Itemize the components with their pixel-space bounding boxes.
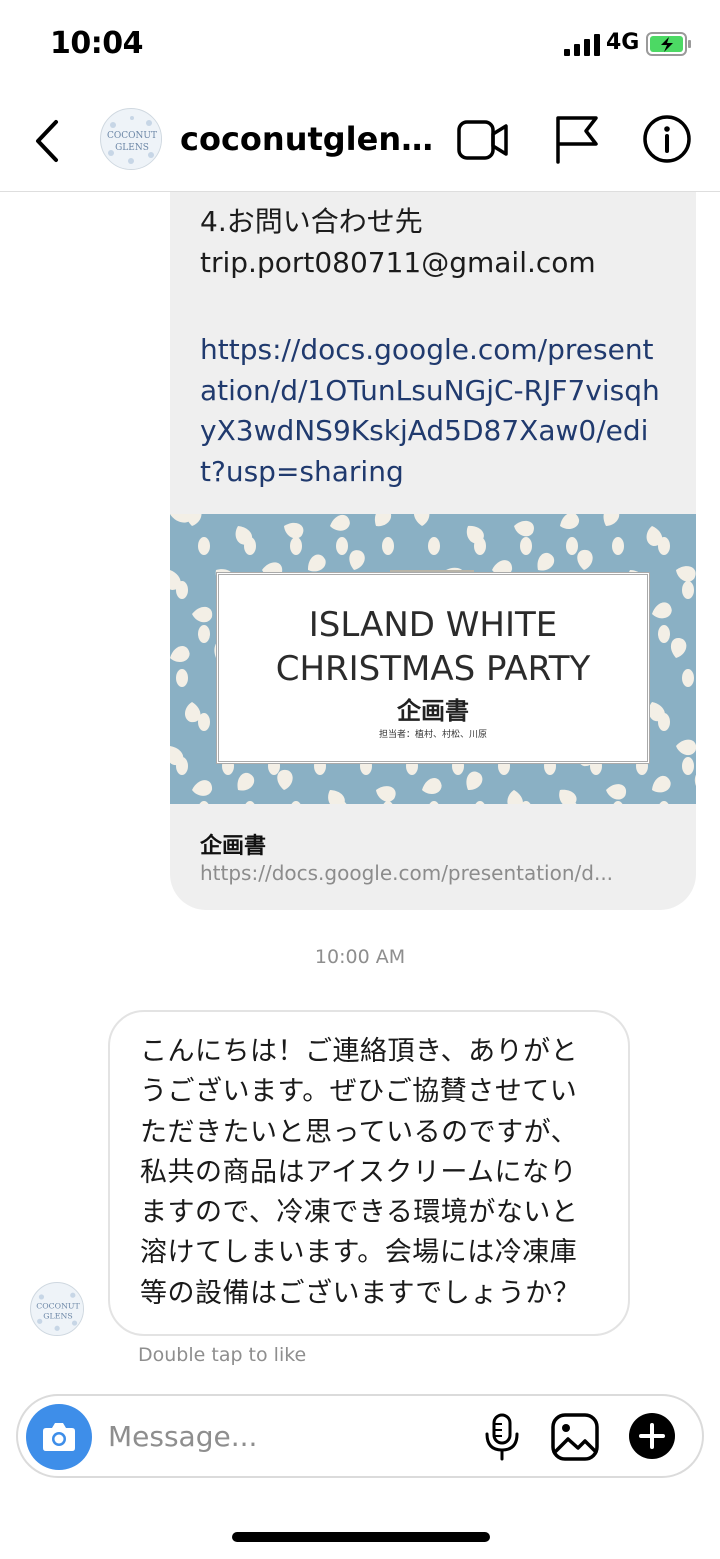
- svg-text:COCONUT: COCONUT: [107, 131, 157, 141]
- status-bar: 10:04 4G: [0, 0, 720, 90]
- pattern-drop: [244, 537, 256, 555]
- pattern-leaf: [192, 606, 213, 623]
- pattern-leaf: [466, 771, 483, 791]
- home-indicator: [232, 1532, 490, 1542]
- message-heading: 4.お問い合わせ先: [200, 205, 423, 238]
- pattern-drop: [291, 801, 301, 804]
- pattern-drop: [474, 537, 486, 555]
- pattern-drop: [382, 537, 394, 555]
- slide-subtitle: 企画書: [397, 697, 469, 725]
- message-link[interactable]: https://docs.google.com/presentation/d/1…: [200, 330, 670, 492]
- message-input[interactable]: [108, 1414, 448, 1458]
- pattern-leaf: [277, 769, 293, 790]
- pattern-drop: [520, 537, 532, 555]
- pattern-leaf: [560, 514, 580, 529]
- pattern-leaf: [376, 786, 396, 802]
- link-preview-title[interactable]: 企画書: [200, 828, 266, 860]
- pattern-drop: [658, 625, 670, 643]
- pattern-drop: [658, 713, 670, 731]
- pattern-leaf: [694, 695, 696, 719]
- double-tap-hint: Double tap to like: [138, 1344, 307, 1366]
- pattern-leaf: [652, 602, 672, 619]
- message-timestamp: 10:00 AM: [314, 946, 406, 968]
- battery-charging-icon: [646, 32, 691, 56]
- pattern-leaf: [374, 514, 392, 527]
- info-icon[interactable]: [642, 114, 692, 164]
- pattern-leaf: [514, 520, 534, 537]
- pattern-drop: [475, 801, 485, 804]
- link-preview-url[interactable]: https://docs.google.com/presentation/d..…: [200, 861, 670, 885]
- pattern-leaf: [422, 778, 442, 794]
- pattern-drop: [659, 801, 669, 804]
- slide-title-line2: CHRISTMAS PARTY: [275, 649, 591, 689]
- signal-icon: [564, 34, 600, 56]
- message-composer: [16, 1394, 704, 1478]
- message-bubble[interactable]: こんにちは！ご連絡頂き、ありがとうございます。ぜひご協賛させていただきたいと思っ…: [108, 1010, 630, 1336]
- pattern-leaf: [284, 522, 304, 539]
- flag-icon[interactable]: [552, 112, 600, 164]
- pattern-drop: [199, 801, 209, 804]
- pattern-leaf: [606, 784, 627, 800]
- pattern-leaf: [603, 514, 620, 526]
- status-time: 10:04: [50, 26, 144, 61]
- svg-text:COCONUT: COCONUT: [36, 1301, 80, 1310]
- pattern-drop: [290, 537, 302, 555]
- pattern-leaf: [693, 520, 696, 545]
- pattern-leaf: [652, 775, 671, 793]
- video-call-icon[interactable]: [456, 116, 510, 164]
- message-text: こんにちは！ご連絡頂き、ありがとうございます。ぜひご協賛させていただきたいと思っ…: [140, 1036, 581, 1309]
- sender-avatar[interactable]: COCONUT GLENS: [30, 1282, 84, 1336]
- pattern-leaf: [676, 739, 696, 756]
- pattern-drop: [613, 801, 623, 804]
- pattern-leaf: [349, 550, 365, 570]
- camera-icon: [43, 1423, 75, 1451]
- pattern-leaf: [676, 566, 696, 582]
- pattern-leaf: [170, 646, 190, 662]
- slide-title-line1: ISLAND WHITE: [308, 605, 558, 645]
- pattern-leaf: [691, 593, 696, 618]
- pattern-drop: [198, 537, 210, 555]
- pattern-leaf: [237, 772, 255, 791]
- pattern-leaf: [577, 549, 593, 570]
- pattern-leaf: [192, 780, 213, 796]
- chat-header: COCONUT GLENS coconutglens_...: [0, 90, 720, 192]
- pattern-drop: [176, 581, 188, 599]
- camera-button[interactable]: [26, 1404, 92, 1470]
- microphone-icon[interactable]: [482, 1412, 522, 1462]
- pattern-drop: [682, 669, 694, 687]
- message-email[interactable]: trip.port080711@gmail.com: [200, 246, 596, 279]
- pattern-drop: [383, 801, 393, 804]
- pattern-leaf: [507, 790, 523, 804]
- pattern-drop: [198, 625, 210, 643]
- pattern-drop: [336, 537, 348, 555]
- pattern-drop: [198, 713, 210, 731]
- avatar[interactable]: COCONUT GLENS: [100, 108, 162, 170]
- pattern-drop: [429, 801, 439, 804]
- link-preview-image[interactable]: ISLAND WHITE CHRISTMAS PARTY 企画書 担当者：植村、…: [170, 514, 696, 804]
- pattern-drop: [658, 537, 670, 555]
- svg-text:GLENS: GLENS: [43, 1312, 72, 1321]
- slide-names: 担当者：植村、村松、川原: [378, 730, 487, 740]
- gallery-icon[interactable]: [550, 1412, 600, 1462]
- plus-icon[interactable]: [628, 1412, 676, 1460]
- network-label: 4G: [606, 30, 640, 55]
- pattern-drop: [176, 757, 188, 775]
- pattern-drop: [682, 757, 694, 775]
- shared-link-message[interactable]: 4.お問い合わせ先 trip.port080711@gmail.com http…: [170, 192, 696, 910]
- pattern-leaf: [330, 514, 350, 531]
- pattern-drop: [566, 537, 578, 555]
- chat-username[interactable]: coconutglens_...: [180, 120, 442, 158]
- pattern-drop: [245, 801, 255, 804]
- svg-text:GLENS: GLENS: [115, 143, 149, 153]
- slide-frame: ISLAND WHITE CHRISTMAS PARTY 企画書 担当者：植村、…: [216, 572, 650, 764]
- pattern-leaf: [414, 514, 430, 526]
- pattern-leaf: [559, 789, 577, 804]
- pattern-drop: [176, 669, 188, 687]
- pattern-leaf: [670, 638, 687, 658]
- pattern-drop: [612, 537, 624, 555]
- pattern-leaf: [328, 790, 345, 804]
- pattern-drop: [682, 581, 694, 599]
- pattern-drop: [428, 537, 440, 555]
- back-icon[interactable]: [28, 114, 68, 168]
